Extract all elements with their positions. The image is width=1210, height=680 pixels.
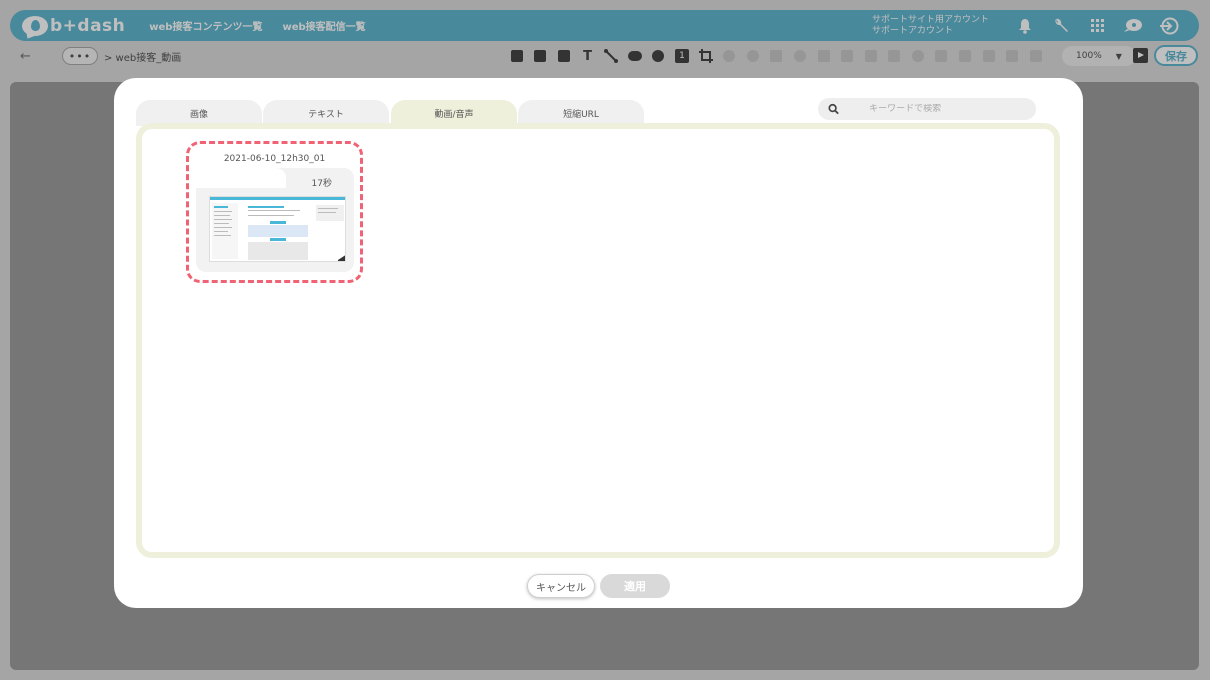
search-box xyxy=(818,98,1036,120)
search-icon xyxy=(828,103,839,115)
media-item-duration: 17秒 xyxy=(311,179,332,189)
video-thumbnail xyxy=(209,196,346,262)
cancel-button[interactable]: キャンセル xyxy=(527,574,595,598)
apply-button[interactable]: 適用 xyxy=(600,574,670,598)
media-item-name: 2021-06-10_12h30_01 xyxy=(223,154,326,164)
media-select-modal: 画像 テキスト 動画/音声 短縮URL 2021-06-10_12h30_01 … xyxy=(114,78,1083,608)
search-input[interactable] xyxy=(869,104,1026,114)
media-item-body: 17秒 xyxy=(196,168,354,272)
media-item[interactable]: 2021-06-10_12h30_01 17秒 xyxy=(186,141,363,283)
